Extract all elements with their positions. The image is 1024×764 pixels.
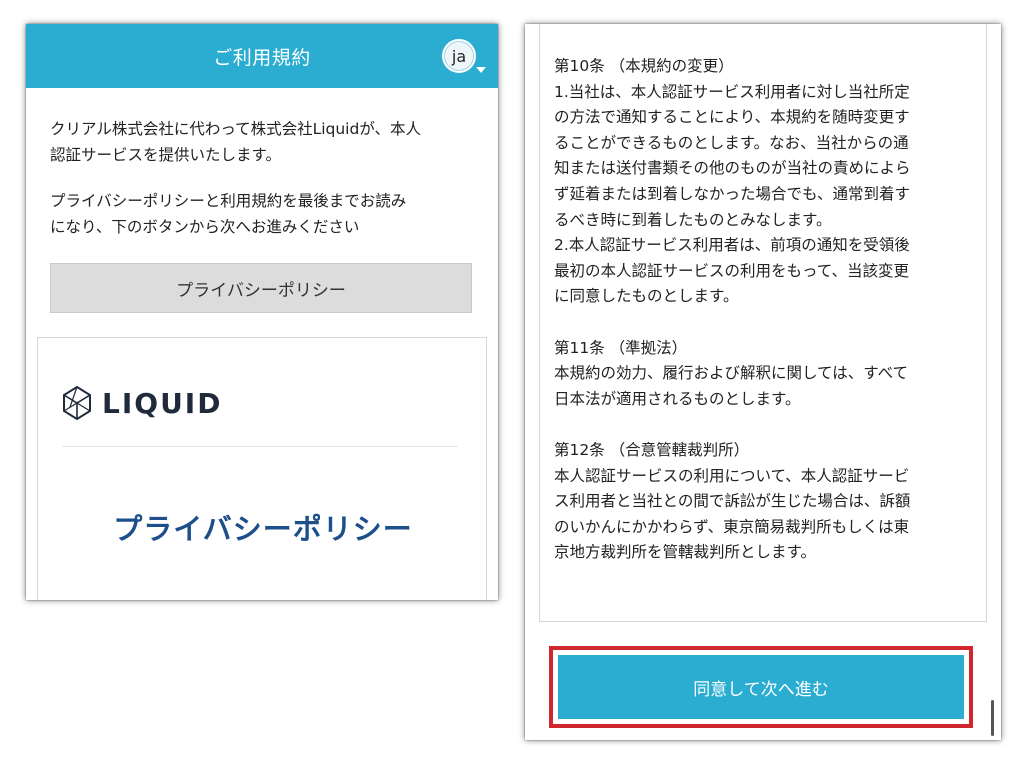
terms-line: 京地方裁判所を管轄裁判所とします。 [554, 543, 816, 562]
terms-document[interactable]: 第10条 （本規約の変更） 1.当社は、本人認証サービス利用者に対し当社所定 の… [539, 24, 987, 622]
liquid-logo: LIQUID [62, 386, 222, 420]
liquid-logo-icon [63, 386, 91, 420]
app-header: ご利用規約 [26, 24, 498, 88]
terms-line: 2.本人認証サービス利用者は、前項の通知を受領後 [554, 236, 910, 255]
terms-line: 知または送付書類その他のものが当社の責めによら [554, 159, 911, 178]
terms-line: のいかんにかかわらず、東京簡易裁判所もしくは東 [554, 517, 910, 536]
document-title: プライバシーポリシー [113, 512, 413, 546]
agree-button-label: 同意して次へ進む [693, 679, 829, 700]
language-label: ja [451, 46, 467, 66]
intro-text-instructions: プライバシーポリシーと利用規約を最後までお読み になり、下のボタンから次へお進み… [50, 188, 480, 240]
terms-line: 第10条 （本規約の変更） [554, 57, 734, 75]
terms-line: に同意したものとします。 [554, 287, 739, 306]
scrollbar-thumb[interactable] [991, 700, 994, 736]
terms-line [554, 412, 974, 438]
intro-text-provider: クリアル株式会社に代わって株式会社Liquidが、本人 認証サービスを提供いたし… [50, 116, 480, 168]
privacy-policy-document[interactable]: LIQUID プライバシーポリシー [37, 337, 487, 600]
terms-line: 最初の本人認証サービスの利用をもって、当該変更 [554, 261, 909, 280]
terms-scroll-screen: 第10条 （本規約の変更） 1.当社は、本人認証サービス利用者に対し当社所定 の… [525, 24, 1001, 740]
terms-line: 第11条 （準拠法） [554, 338, 688, 357]
intro-line: プライバシーポリシーと利用規約を最後までお読み [50, 192, 407, 210]
intro-line: になり、下のボタンから次へお進みください [50, 218, 360, 236]
terms-line: ず延着または到着しなかった場合でも、通常到着す [554, 184, 911, 203]
privacy-policy-button[interactable]: プライバシーポリシー [50, 263, 472, 313]
terms-line: 本人認証サービスの利用について、本人認証サービ [554, 466, 910, 485]
terms-line: の方法で通知することにより、本規約を随時変更す [554, 108, 910, 127]
privacy-policy-button-label: プライバシーポリシー [176, 280, 346, 301]
terms-intro-screen: ご利用規約 ja クリアル株式会社に代わって株式会社Liquidが、本人 認証サ… [26, 24, 498, 600]
intro-line: 認証サービスを提供いたします。 [50, 146, 281, 164]
language-select-button[interactable]: ja [442, 39, 476, 73]
terms-text: 第10条 （本規約の変更） 1.当社は、本人認証サービス利用者に対し当社所定 の… [554, 54, 974, 566]
terms-line [554, 310, 974, 336]
intro-line: クリアル株式会社に代わって株式会社Liquidが、本人 [50, 120, 422, 138]
agree-and-continue-button[interactable]: 同意して次へ進む [558, 655, 964, 719]
logo-text: LIQUID [102, 386, 223, 420]
terms-line: ることができるものとします。なお、当社からの通 [554, 133, 909, 152]
agree-button-highlight: 同意して次へ進む [549, 646, 973, 728]
terms-line: るべき時に到着したものとみなします。 [554, 210, 832, 229]
terms-line: 第12条 （合意管轄裁判所） [554, 440, 750, 459]
page-title: ご利用規約 [213, 46, 311, 69]
chevron-down-icon [476, 67, 486, 73]
terms-line: 日本法が適用されるものとします。 [554, 389, 801, 408]
terms-line: ス利用者と当社との間で訴訟が生じた場合は、訴額 [554, 492, 911, 511]
terms-line: 1.当社は、本人認証サービス利用者に対し当社所定 [554, 82, 910, 101]
divider [62, 446, 458, 447]
terms-line: 本規約の効力、履行および解釈に関しては、すべて [554, 364, 909, 383]
